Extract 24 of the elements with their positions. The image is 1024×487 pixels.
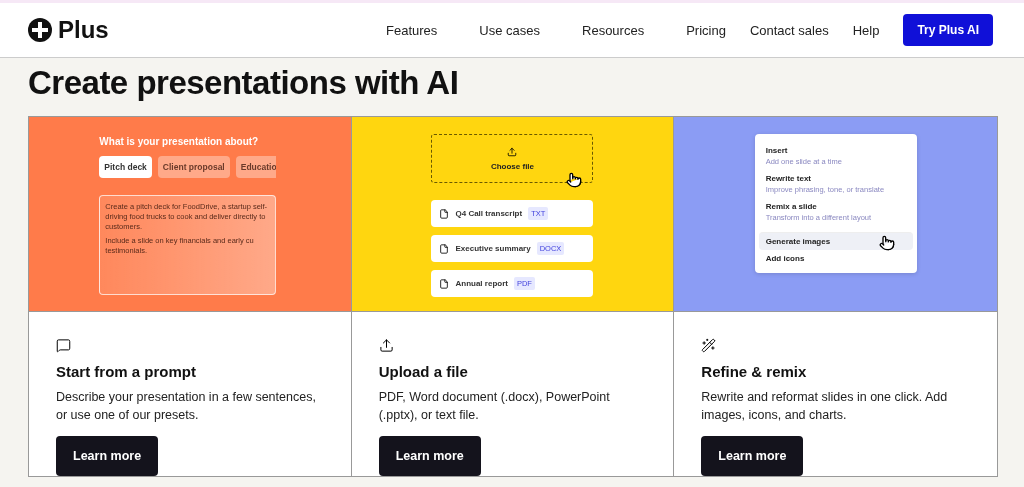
card-description: PDF, Word document (.docx), PowerPoint (.pptx), or text file. <box>378 389 611 424</box>
nav-link[interactable]: Contact sales <box>749 22 829 38</box>
nav-link[interactable]: Features <box>386 22 438 38</box>
preset-chip[interactable]: Client proposal <box>157 156 230 178</box>
learn-more-button[interactable]: Learn more <box>378 436 481 476</box>
card-description: Describe your presentation in a few sentences, or use one of our presets. <box>56 389 317 424</box>
preset-chip[interactable]: Pitch deck <box>99 156 152 178</box>
menu-item[interactable]: Add icons <box>758 250 913 267</box>
try-button[interactable]: Try Plus AI <box>903 14 993 46</box>
logo[interactable]: Plus <box>28 16 109 44</box>
preset-chip[interactable]: Educatio <box>235 156 277 178</box>
menu-item[interactable]: Generate images <box>758 232 913 250</box>
card-description: Rewrite and reformat slides in one click. Add images, icons, and charts. <box>701 389 949 424</box>
learn-more-button[interactable]: Learn more <box>701 436 804 476</box>
nav-link[interactable]: Pricing <box>686 22 726 38</box>
nav-link[interactable]: Use cases <box>479 22 540 38</box>
card-heading: Refine & remix <box>701 363 807 380</box>
nav-link[interactable]: Resources <box>582 22 645 38</box>
page-title: Create presentations with AI <box>27 63 460 103</box>
nav-link[interactable]: Help <box>852 22 880 38</box>
learn-more-button[interactable]: Learn more <box>56 436 159 476</box>
question-text: What is your presentation about? <box>99 136 260 147</box>
card-heading: Start from a prompt <box>56 363 196 380</box>
card-heading: Upload a file <box>378 363 468 380</box>
